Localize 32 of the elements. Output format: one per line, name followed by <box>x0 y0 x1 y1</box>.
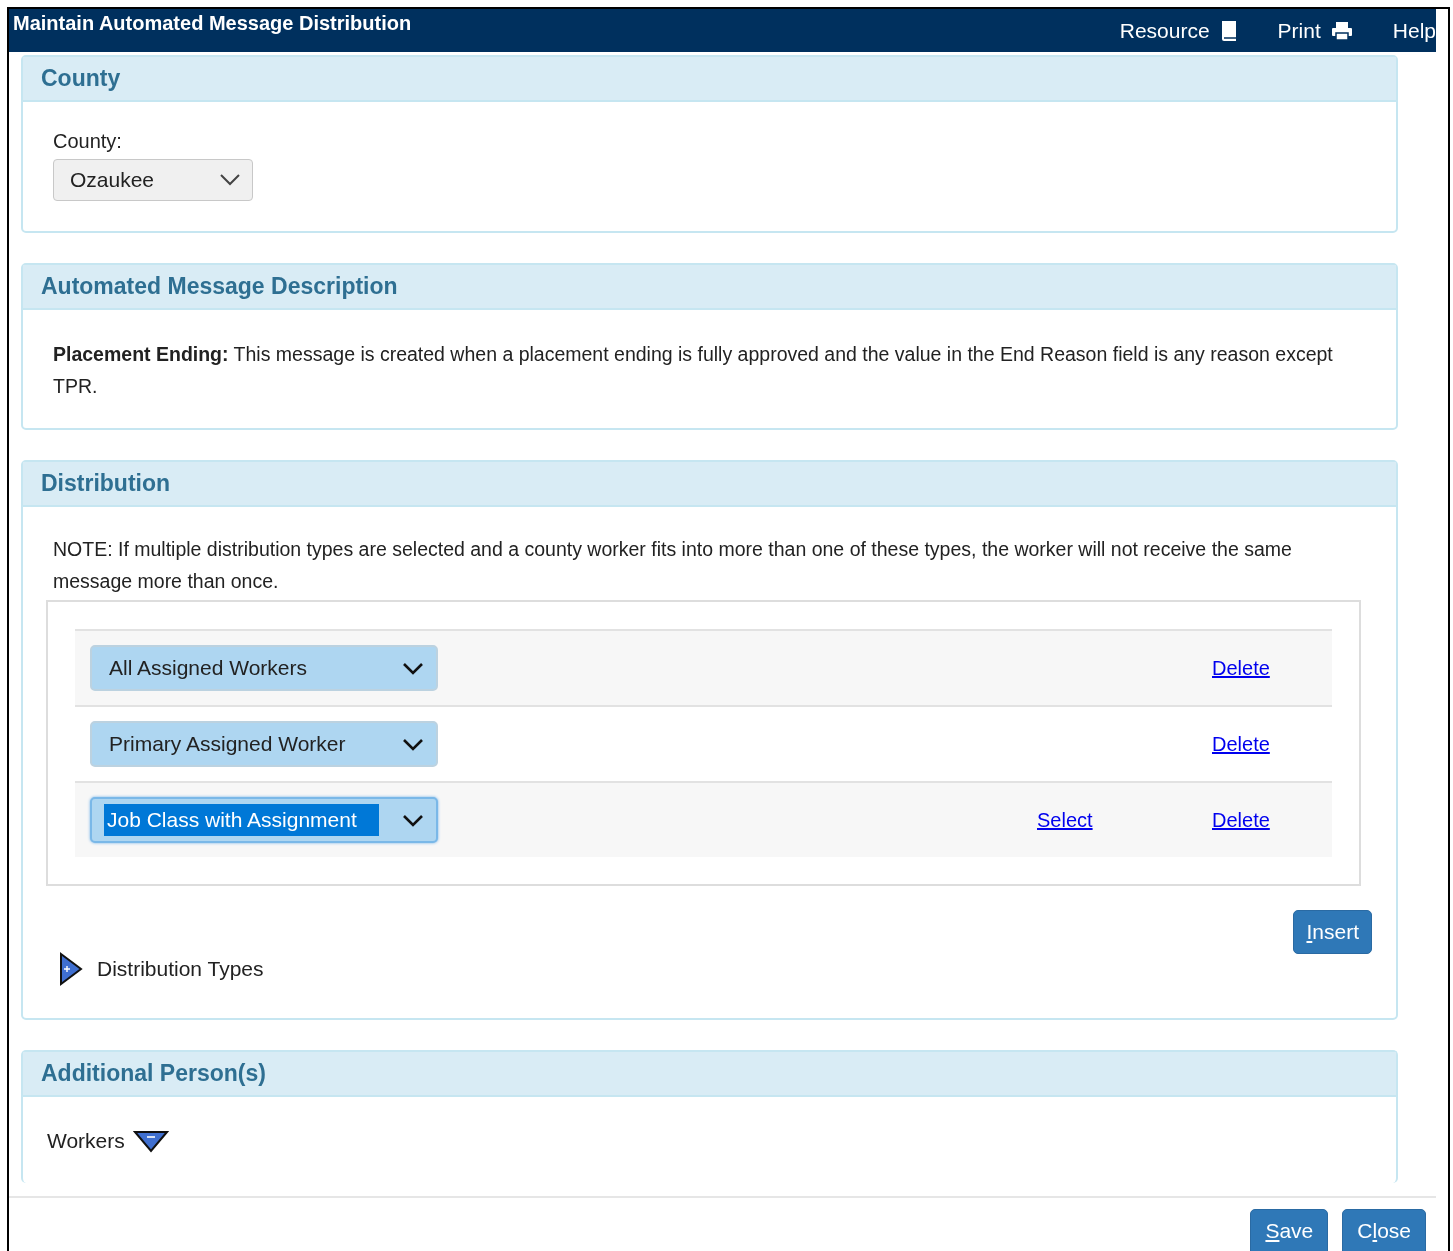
workers-toggle[interactable]: Workers <box>47 1129 169 1153</box>
window-title: Maintain Automated Message Distribution <box>12 11 412 35</box>
county-dropdown[interactable]: Ozaukee <box>53 159 253 201</box>
delete-link[interactable]: Delete <box>1212 732 1270 755</box>
insert-button[interactable]: Insert <box>1293 910 1372 954</box>
distribution-note: NOTE: If multiple distribution types are selected and a county worker fits into more than one of these types, the worker will not receive the same message more than once. <box>53 537 1293 594</box>
collapse-icon <box>132 1129 169 1153</box>
footer-button[interactable]: Save <box>1250 1209 1329 1251</box>
message-description: Placement Ending: This message is created when a placement ending is fully approved and the value in the End Reason field is any reason except TPR. <box>53 342 1334 399</box>
distribution-type-dropdown[interactable]: All Assigned Workers <box>90 645 438 691</box>
header-link[interactable]: Help <box>1392 19 1436 43</box>
header-link[interactable]: Print <box>1277 19 1353 43</box>
distribution-type-dropdown[interactable]: Job Class with Assignment <box>90 797 438 843</box>
section-heading: Additional Person(s) <box>41 1060 266 1087</box>
delete-link[interactable]: Delete <box>1212 808 1270 831</box>
header-link[interactable]: Resource <box>1119 19 1238 43</box>
delete-link[interactable]: Delete <box>1212 656 1270 679</box>
select-link[interactable]: Select <box>1037 808 1093 831</box>
section-heading: County <box>41 65 121 92</box>
section-heading: Automated Message Description <box>41 273 398 300</box>
expand-icon <box>59 952 83 986</box>
footer-button[interactable]: Close <box>1342 1209 1426 1251</box>
printer-icon <box>1330 21 1353 41</box>
distribution-types-toggle[interactable]: Distribution Types <box>59 952 264 986</box>
section-heading: Distribution <box>41 470 171 497</box>
chevron-down-icon <box>402 813 424 827</box>
distribution-type-dropdown[interactable]: Primary Assigned Worker <box>90 721 438 767</box>
field-label: County: <box>53 130 123 153</box>
chevron-down-icon <box>402 661 424 675</box>
book-icon <box>1219 20 1238 42</box>
chevron-down-icon <box>220 174 240 186</box>
chevron-down-icon <box>402 737 424 751</box>
